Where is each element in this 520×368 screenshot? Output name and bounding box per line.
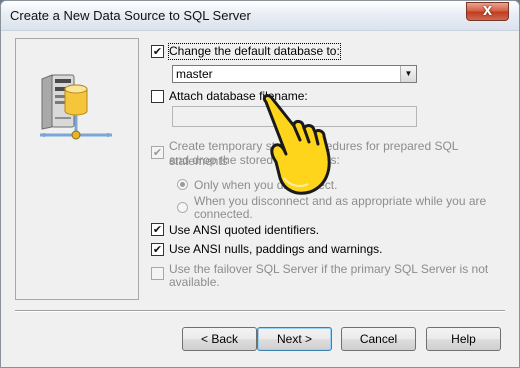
change-default-db-checkbox[interactable]: ✔ [151,45,164,58]
create-temp-procs-checkbox: ✔ [151,146,164,159]
ansi-nulls-checkbox[interactable]: ✔ [151,243,164,256]
attach-db-file-checkbox[interactable] [151,90,164,103]
radio-disconnect-and-label-line2: connected. [194,207,253,221]
window-title: Create a New Data Source to SQL Server [10,8,251,23]
next-button[interactable]: Next > [257,327,332,351]
default-database-combo[interactable]: master ▼ [172,65,417,83]
button-separator [15,310,505,312]
failover-label-line2: available. [169,275,220,289]
wizard-image-panel [15,38,139,300]
title-bar[interactable]: Create a New Data Source to SQL Server X [1,1,519,31]
dialog-window: Create a New Data Source to SQL Server X [0,0,520,368]
help-button[interactable]: Help [426,327,501,351]
database-server-icon [40,74,112,140]
radio-only-when-disconnect [177,179,188,190]
ansi-quoted-checkbox[interactable]: ✔ [151,223,164,236]
default-database-value: master [176,67,213,81]
cancel-button[interactable]: Cancel [341,327,416,351]
dialog-body: ✔ Change the default database to: master… [8,32,512,360]
back-button[interactable]: < Back [182,327,257,351]
change-default-db-label[interactable]: Change the default database to: [168,43,341,60]
failover-checkbox [151,267,164,280]
ansi-quoted-label[interactable]: Use ANSI quoted identifiers. [169,223,319,238]
radio-disconnect-and-appropriate [177,202,188,213]
pointing-hand-cursor-icon [262,94,331,195]
close-button[interactable]: X [466,2,509,21]
ansi-nulls-label[interactable]: Use ANSI nulls, paddings and warnings. [169,242,382,257]
chevron-down-icon[interactable]: ▼ [400,66,416,82]
